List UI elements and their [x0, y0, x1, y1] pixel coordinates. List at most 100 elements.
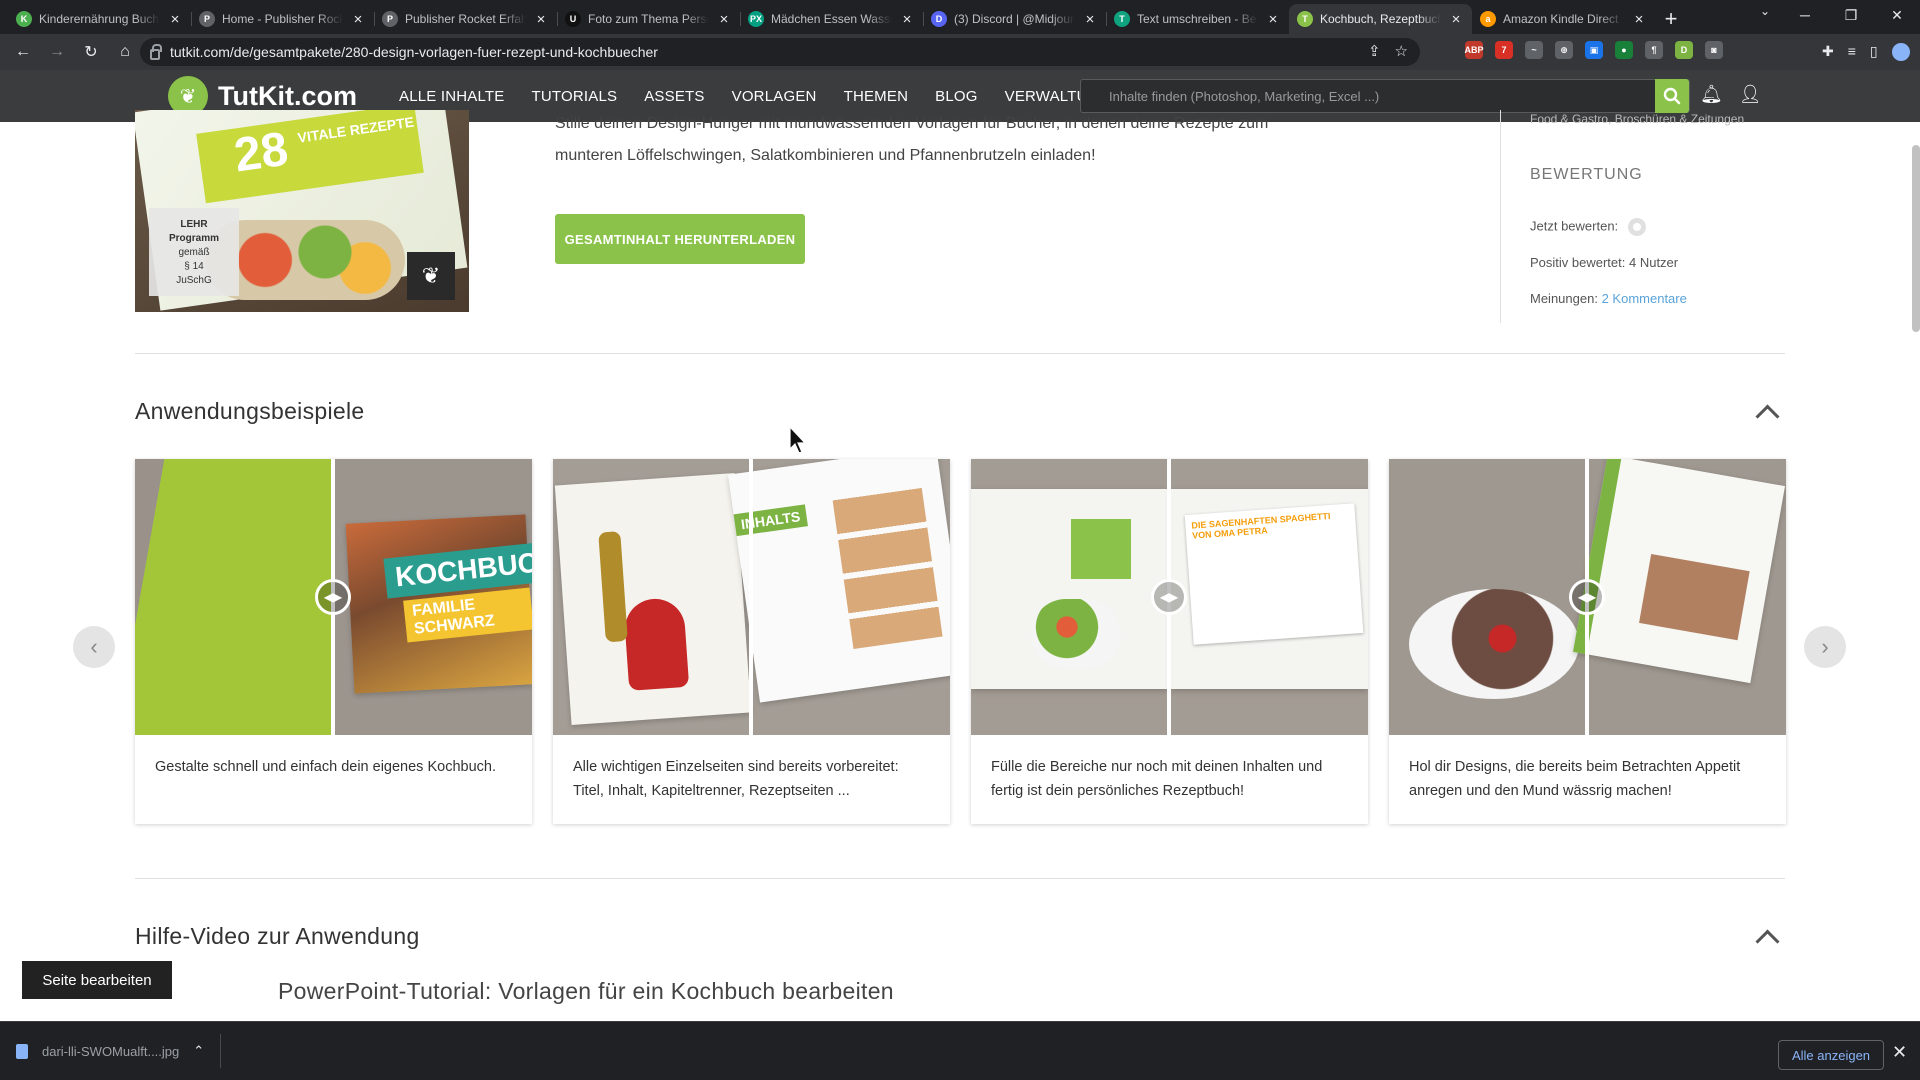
nav-item[interactable]: TUTORIALS: [532, 88, 618, 105]
nav-item[interactable]: THEMEN: [844, 88, 909, 105]
restore-icon[interactable]: ❐: [1828, 0, 1874, 30]
tab-close-icon[interactable]: ×: [899, 11, 915, 28]
compare-handle-icon[interactable]: ◀▶: [315, 579, 351, 615]
card-caption: Alle wichtigen Einzelseiten sind bereits…: [573, 759, 899, 799]
show-all-downloads-button[interactable]: Alle anzeigen: [1778, 1040, 1884, 1070]
lock-icon[interactable]: [150, 43, 162, 60]
tab-close-icon[interactable]: ×: [1631, 11, 1647, 28]
carousel-next-button[interactable]: ›: [1804, 626, 1846, 668]
browser-tab[interactable]: a Amazon Kindle Direct ×: [1472, 4, 1655, 34]
close-icon[interactable]: ✕: [1892, 1042, 1907, 1063]
reading-list-icon[interactable]: ≡: [1848, 43, 1856, 61]
user-icon[interactable]: 👤︎: [1739, 84, 1762, 105]
puzzle-icon[interactable]: ✚: [1822, 43, 1834, 61]
download-all-button[interactable]: GESAMTINHALT HERUNTERLADEN: [555, 214, 805, 264]
badge-line: gemäß: [178, 247, 210, 258]
extension-icon[interactable]: ◙: [1705, 41, 1723, 59]
card-caption: Fülle die Bereiche nur noch mit deinen I…: [991, 759, 1323, 799]
tab-favicon-icon: U: [565, 11, 581, 27]
book-page: INHALTS: [728, 459, 950, 703]
tab-close-icon[interactable]: ×: [350, 11, 366, 28]
extension-icon[interactable]: ●: [1615, 41, 1633, 59]
chevron-down-icon[interactable]: ⌄: [1760, 4, 1770, 18]
before-after-image[interactable]: ◀▶: [1389, 459, 1786, 735]
browser-tab[interactable]: P Home - Publisher Rocket ×: [191, 4, 374, 34]
chevron-up-icon[interactable]: ⌃: [193, 1043, 204, 1059]
browser-tab[interactable]: T Text umschreiben - Bester ×: [1106, 4, 1289, 34]
star-icon[interactable]: ☆: [1395, 42, 1408, 60]
compare-handle-icon[interactable]: ◀▶: [1569, 579, 1605, 615]
tab-close-icon[interactable]: ×: [716, 11, 732, 28]
edit-page-button[interactable]: Seite bearbeiten: [22, 961, 172, 999]
nav-item[interactable]: ASSETS: [644, 88, 704, 105]
search-button[interactable]: [1655, 79, 1689, 113]
reload-icon[interactable]: ↻: [74, 37, 108, 67]
chevron-up-icon[interactable]: [1754, 398, 1782, 426]
nav-item[interactable]: VORLAGEN: [732, 88, 817, 105]
extension-icon[interactable]: ~: [1525, 41, 1543, 59]
url-bar[interactable]: tutkit.com/de/gesamtpakete/280-design-vo…: [140, 38, 1420, 66]
comments-link[interactable]: 2 Kommentare: [1602, 291, 1687, 306]
omnibox-actions: ⇪ ☆: [1368, 42, 1408, 60]
browser-tab[interactable]: PX Mädchen Essen Wasser ×: [740, 4, 923, 34]
extension-icon[interactable]: ⊕: [1555, 41, 1573, 59]
close-window-icon[interactable]: ✕: [1874, 0, 1920, 30]
share-icon[interactable]: ⇪: [1368, 42, 1381, 60]
chevron-up-icon[interactable]: [1754, 923, 1782, 951]
sidebar-divider: [1500, 110, 1501, 323]
book-number: 28: [230, 122, 292, 183]
green-block: [1071, 519, 1131, 579]
forward-arrow-icon[interactable]: →: [40, 37, 74, 67]
extension-icon[interactable]: D: [1675, 41, 1693, 59]
rate-toggle-icon[interactable]: [1627, 218, 1646, 236]
example-card[interactable]: ◀▶ Hol dir Designs, die bereits beim Bet…: [1389, 459, 1786, 824]
example-card[interactable]: KOCHBUCH FAMILIE SCHWARZ ◀▶ Gestalte sch…: [135, 459, 532, 824]
browser-tab[interactable]: P Publisher Rocket Erfahrung ×: [374, 4, 557, 34]
nav-item[interactable]: BLOG: [935, 88, 977, 105]
back-arrow-icon[interactable]: ←: [6, 37, 40, 67]
example-card[interactable]: INHALTS Alle wichtigen Einzelseiten sind…: [553, 459, 950, 824]
tab-title: Text umschreiben - Bester: [1137, 12, 1258, 26]
tab-close-icon[interactable]: ×: [1265, 11, 1281, 28]
sidepanel-icon[interactable]: ▯: [1870, 43, 1878, 61]
extension-icon[interactable]: ▣: [1585, 41, 1603, 59]
carousel-prev-button[interactable]: ‹: [73, 626, 115, 668]
browser-tab[interactable]: T Kochbuch, Rezeptbuch ×: [1289, 4, 1472, 34]
before-after-image[interactable]: DIE SAGENHAFTEN SPAGHETTI VON OMA PETRA …: [971, 459, 1368, 735]
compare-handle-icon[interactable]: ◀▶: [1151, 579, 1187, 615]
example-card[interactable]: DIE SAGENHAFTEN SPAGHETTI VON OMA PETRA …: [971, 459, 1368, 824]
extension-icon[interactable]: 7: [1495, 41, 1513, 59]
book-page: [1573, 459, 1785, 684]
tab-title: Mädchen Essen Wasser: [771, 12, 892, 26]
badge-line: § 14: [184, 261, 204, 272]
before-after-image[interactable]: INHALTS: [553, 459, 950, 735]
tab-favicon-icon: PX: [748, 11, 764, 27]
badge-line: JuSchG: [176, 275, 212, 286]
browser-tab[interactable]: U Foto zum Thema Person ×: [557, 4, 740, 34]
tab-close-icon[interactable]: ×: [167, 11, 183, 28]
extension-icon[interactable]: ¶: [1645, 41, 1663, 59]
home-icon[interactable]: ⌂: [108, 37, 142, 67]
tab-title: Foto zum Thema Person: [588, 12, 709, 26]
before-after-image[interactable]: KOCHBUCH FAMILIE SCHWARZ ◀▶: [135, 459, 532, 735]
browser-tab[interactable]: K Kinderernährung Buch ×: [8, 4, 191, 34]
badge-line: LEHR: [180, 219, 208, 230]
download-filename: dari-lli-SWOMualft....jpg: [42, 1043, 180, 1059]
profile-avatar[interactable]: [1891, 43, 1910, 61]
kochbuch-mockup: KOCHBUCH FAMILIE SCHWARZ: [335, 459, 532, 735]
description-line: munteren Löffelschwingen, Salatkombinier…: [555, 147, 1096, 164]
browser-tab[interactable]: D (3) Discord | @Midjourney ×: [923, 4, 1106, 34]
extension-icon[interactable]: ABP: [1465, 41, 1484, 59]
bell-icon[interactable]: 🔔︎: [1700, 84, 1723, 105]
download-item[interactable]: dari-lli-SWOMualft....jpg ⌃: [16, 1034, 222, 1068]
new-tab-button[interactable]: +: [1655, 4, 1687, 34]
tab-close-icon[interactable]: ×: [1448, 11, 1464, 28]
tab-close-icon[interactable]: ×: [1082, 11, 1098, 28]
rating-heading: BEWERTUNG: [1530, 166, 1643, 183]
tab-close-icon[interactable]: ×: [533, 11, 549, 28]
header-icons: 🔔︎ 👤︎: [1700, 84, 1762, 105]
minimize-icon[interactable]: ─: [1782, 0, 1828, 30]
rate-now-row: Jetzt bewerten:: [1530, 218, 1646, 236]
scrollbar-thumb[interactable]: [1912, 145, 1920, 332]
nav-item[interactable]: ALLE INHALTE: [399, 88, 505, 105]
